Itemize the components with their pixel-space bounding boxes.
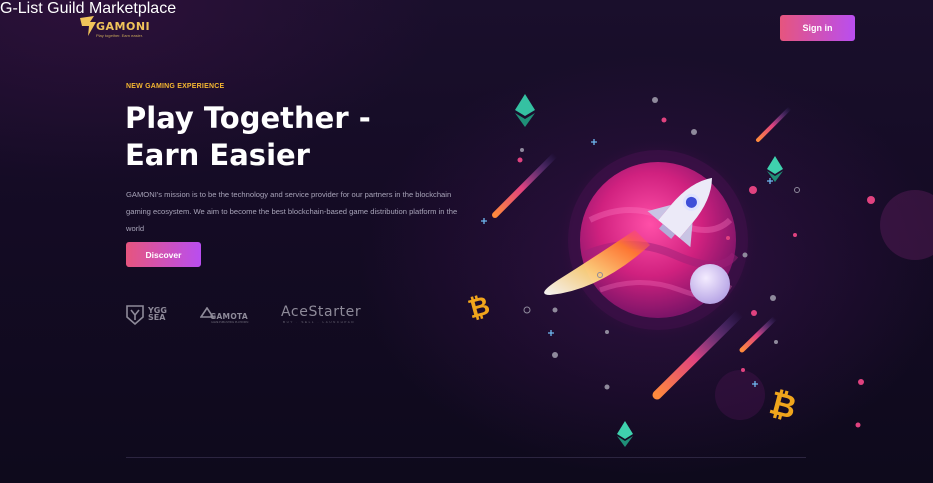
hero-eyebrow: NEW GAMING EXPERIENCE bbox=[126, 83, 225, 90]
partner-acestarter-sub: BUY · SELL · LAUNCHPAD bbox=[283, 320, 356, 324]
hero-title: Play Together - Earn Easier bbox=[125, 100, 371, 174]
discover-button[interactable]: Discover bbox=[126, 242, 201, 267]
glow-orb bbox=[715, 370, 765, 420]
partner-gamota: GAMOTA bbox=[210, 312, 248, 321]
ygg-shield-icon bbox=[126, 305, 144, 325]
partner-ygg-sea: YGG SEA bbox=[148, 306, 167, 322]
gamoni-logo-icon bbox=[80, 16, 96, 36]
brand-logo[interactable]: GAMONI Play together. Earn easier. bbox=[78, 14, 158, 42]
partner-acestarter: AceStarter bbox=[281, 304, 362, 320]
ethereum-icon bbox=[617, 421, 633, 447]
partner-gamota-sub: GAME PUBLISHING PLATFORM bbox=[211, 321, 249, 324]
hero-illustration: ₿ ₿ bbox=[465, 94, 933, 447]
svg-text:₿: ₿ bbox=[465, 291, 493, 325]
hero-title-line2: Earn Easier bbox=[125, 138, 310, 172]
glow-orb bbox=[880, 190, 933, 260]
brand-name: GAMONI bbox=[96, 20, 151, 33]
moon-icon bbox=[690, 264, 730, 304]
ethereum-icon bbox=[515, 94, 535, 127]
bitcoin-icon: ₿ bbox=[465, 291, 493, 325]
sign-in-button[interactable]: Sign in bbox=[780, 15, 855, 41]
svg-text:₿: ₿ bbox=[765, 383, 800, 426]
brand-tagline: Play together. Earn easier. bbox=[96, 33, 143, 38]
bitcoin-icon: ₿ bbox=[765, 383, 800, 426]
hero-title-line1: Play Together - bbox=[125, 101, 371, 135]
hero-description: GAMONI's mission is to be the technology… bbox=[126, 190, 458, 233]
nav-item-g-list[interactable]: G-List bbox=[0, 0, 43, 17]
section-divider bbox=[126, 457, 806, 458]
